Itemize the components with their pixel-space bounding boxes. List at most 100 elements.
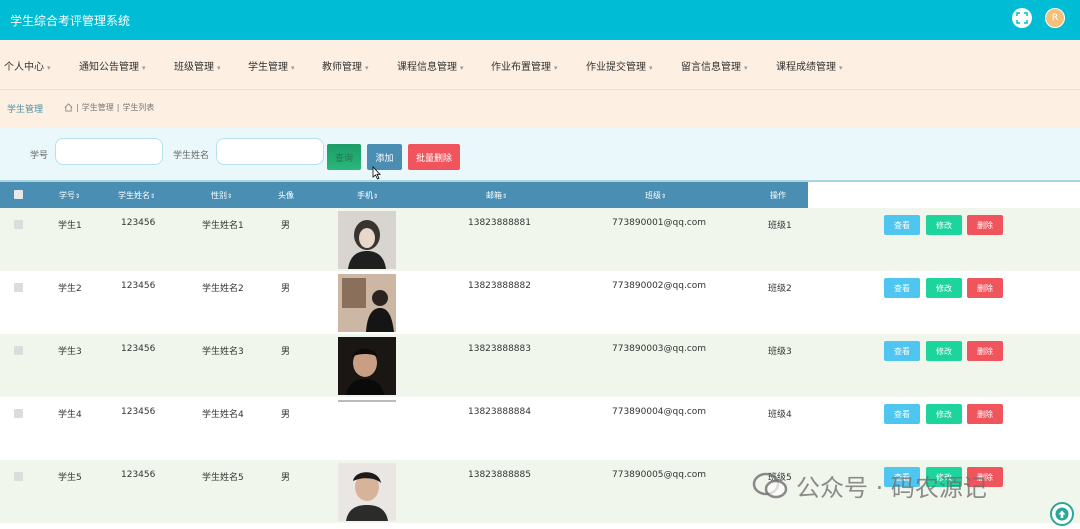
edit-button[interactable]: 修改 xyxy=(926,404,962,424)
nav-item-homework-assign[interactable]: 作业布置管理 ▾ xyxy=(491,58,558,73)
cell-email: 773890002@qq.com xyxy=(612,281,707,291)
student-avatar-image xyxy=(338,337,396,395)
cell-password: 123456 xyxy=(121,218,156,228)
cell-password: 123456 xyxy=(121,470,156,480)
breadcrumb-item[interactable]: 学生管理 xyxy=(82,102,114,113)
page-title: 学生管理 xyxy=(7,105,44,115)
header-class[interactable]: 班级⇕ xyxy=(645,190,666,201)
cell-email: 773890004@qq.com xyxy=(612,407,707,417)
cell-class: 班级2 xyxy=(768,284,792,294)
cell-gender: 男 xyxy=(281,473,291,483)
cell-email: 773890001@qq.com xyxy=(612,218,707,228)
header-ops: 操作 xyxy=(770,191,786,200)
cell-email: 773890003@qq.com xyxy=(612,344,707,354)
cell-name: 学生姓名4 xyxy=(202,410,244,420)
main-nav: 个人中心 ▾ 通知公告管理 ▾ 班级管理 ▾ 学生管理 ▾ 教师管理 ▾ 课程信息管理 ▾ … xyxy=(0,40,1080,90)
chevron-down-icon: ▾ xyxy=(649,64,653,72)
mouse-cursor-icon xyxy=(372,166,381,180)
nav-item-homework-submit[interactable]: 作业提交管理 ▾ xyxy=(586,58,653,73)
cell-phone: 13823888881 xyxy=(468,218,531,228)
header-phone[interactable]: 手机⇕ xyxy=(357,190,378,201)
back-to-top-button[interactable] xyxy=(1050,502,1074,526)
table-header: 学号⇕ 学生姓名⇕ 性别⇕ 头像 手机⇕ 邮箱⇕ 班级⇕ 操作 xyxy=(0,182,808,208)
cell-email: 773890005@qq.com xyxy=(612,470,707,480)
table-row: 学生1 123456 学生姓名1 男 13823888881 773890001… xyxy=(0,208,1080,271)
search-button[interactable]: 查询 xyxy=(327,144,361,170)
delete-button[interactable]: 删除 xyxy=(967,404,1003,424)
chevron-down-icon: ▾ xyxy=(47,64,51,72)
breadcrumb-bar: 学生管理 | 学生管理 | 学生列表 xyxy=(0,90,1080,128)
header-student-name[interactable]: 学生姓名⇕ xyxy=(118,190,155,201)
nav-item-class[interactable]: 班级管理 ▾ xyxy=(174,58,221,73)
cell-student-no: 学生4 xyxy=(58,410,82,420)
student-no-input[interactable] xyxy=(55,138,163,165)
row-checkbox[interactable] xyxy=(14,409,23,418)
chevron-down-icon: ▾ xyxy=(744,64,748,72)
edit-button[interactable]: 修改 xyxy=(926,278,962,298)
cell-gender: 男 xyxy=(281,221,291,231)
student-avatar-image xyxy=(338,274,396,332)
breadcrumb-item: 学生列表 xyxy=(122,103,155,112)
cell-phone: 13823888883 xyxy=(468,344,531,354)
nav-item-student[interactable]: 学生管理 ▾ xyxy=(248,58,295,73)
header-student-no[interactable]: 学号⇕ xyxy=(59,190,80,201)
batch-delete-button[interactable]: 批量删除 xyxy=(408,144,460,170)
top-bar: 学生综合考评管理系统 R xyxy=(0,0,1080,40)
nav-item-course-info[interactable]: 课程信息管理 ▾ xyxy=(397,58,464,73)
nav-item-personal-center[interactable]: 个人中心 ▾ xyxy=(4,58,51,73)
app-title: 学生综合考评管理系统 xyxy=(10,14,131,28)
wechat-icon xyxy=(752,472,788,498)
edit-button[interactable]: 修改 xyxy=(926,341,962,361)
student-no-label: 学号 xyxy=(30,151,49,161)
student-avatar-image xyxy=(338,400,396,402)
cell-phone: 13823888884 xyxy=(468,407,531,417)
cell-password: 123456 xyxy=(121,344,156,354)
breadcrumb: | 学生管理 | 学生列表 xyxy=(64,102,154,113)
fullscreen-icon[interactable] xyxy=(1012,8,1032,28)
student-name-input[interactable] xyxy=(216,138,324,165)
header-gender[interactable]: 性别⇕ xyxy=(211,190,232,201)
cell-phone: 13823888885 xyxy=(468,470,531,480)
table-row: 学生4 123456 学生姓名4 男 13823888884 773890004… xyxy=(0,397,1080,460)
home-icon[interactable] xyxy=(64,103,73,112)
cell-student-no: 学生5 xyxy=(58,473,82,483)
cell-gender: 男 xyxy=(281,284,291,294)
watermark: 公众号 · 码农源记 xyxy=(752,468,987,503)
user-avatar[interactable]: R xyxy=(1045,8,1065,28)
row-checkbox[interactable] xyxy=(14,283,23,292)
cell-student-no: 学生1 xyxy=(58,221,82,231)
delete-button[interactable]: 删除 xyxy=(967,278,1003,298)
view-button[interactable]: 查看 xyxy=(884,215,920,235)
view-button[interactable]: 查看 xyxy=(884,404,920,424)
student-avatar-image xyxy=(338,211,396,269)
edit-button[interactable]: 修改 xyxy=(926,215,962,235)
row-checkbox[interactable] xyxy=(14,346,23,355)
nav-item-course-grades[interactable]: 课程成绩管理 ▾ xyxy=(776,58,843,73)
student-avatar-image xyxy=(338,463,396,521)
view-button[interactable]: 查看 xyxy=(884,278,920,298)
header-email[interactable]: 邮箱⇕ xyxy=(486,190,507,201)
chevron-down-icon: ▾ xyxy=(291,64,295,72)
student-name-label: 学生姓名 xyxy=(173,151,210,161)
table-row: 学生2 123456 学生姓名2 男 13823888882 773890002… xyxy=(0,271,1080,334)
cell-name: 学生姓名5 xyxy=(202,473,244,483)
delete-button[interactable]: 删除 xyxy=(967,341,1003,361)
cell-name: 学生姓名3 xyxy=(202,347,244,357)
nav-item-teacher[interactable]: 教师管理 ▾ xyxy=(322,58,369,73)
cell-name: 学生姓名2 xyxy=(202,284,244,294)
cell-name: 学生姓名1 xyxy=(202,221,244,231)
row-checkbox[interactable] xyxy=(14,472,23,481)
chevron-down-icon: ▾ xyxy=(142,64,146,72)
row-checkbox[interactable] xyxy=(14,220,23,229)
nav-item-messages[interactable]: 留言信息管理 ▾ xyxy=(681,58,748,73)
search-area: 学号 学生姓名 查询 添加 批量删除 xyxy=(0,128,1080,180)
delete-button[interactable]: 删除 xyxy=(967,215,1003,235)
cell-gender: 男 xyxy=(281,410,291,420)
chevron-down-icon: ▾ xyxy=(554,64,558,72)
select-all-checkbox[interactable] xyxy=(14,190,23,199)
nav-item-notice[interactable]: 通知公告管理 ▾ xyxy=(79,58,146,73)
cell-class: 班级3 xyxy=(768,347,792,357)
cell-password: 123456 xyxy=(121,407,156,417)
chevron-down-icon: ▾ xyxy=(217,64,221,72)
view-button[interactable]: 查看 xyxy=(884,341,920,361)
